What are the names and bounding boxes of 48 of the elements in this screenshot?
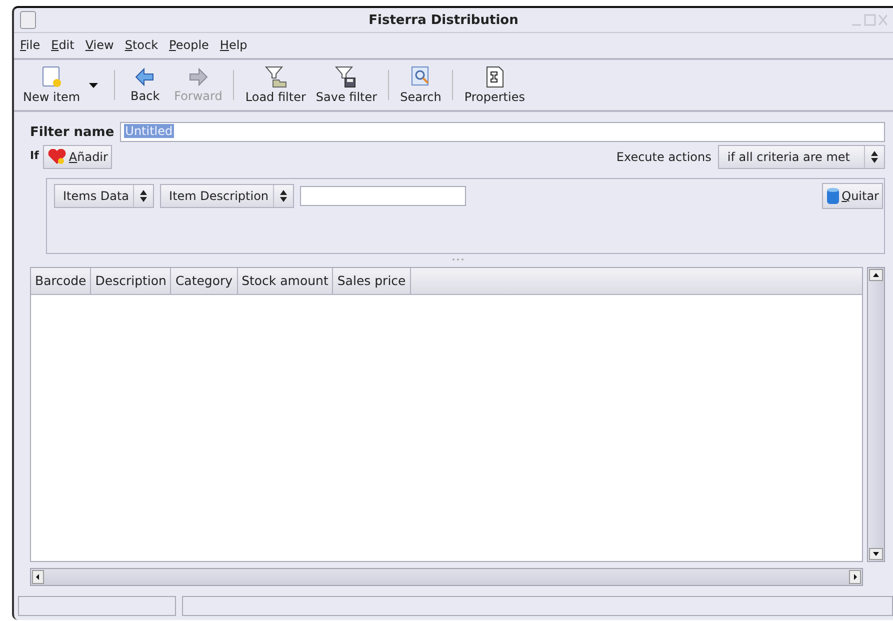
window-title: Fisterra Distribution [368,12,520,28]
selected-text: Untitled [124,124,174,138]
funnel-disk-icon [335,66,358,88]
dropdown-caret-icon[interactable] [89,82,98,88]
spinner-arrows-icon [871,151,878,163]
scroll-right-icon[interactable] [849,570,861,584]
bin-icon [826,187,840,205]
column-header[interactable]: Category [171,268,238,294]
field-combo-box[interactable]: Item Description [160,184,294,208]
execute-actions-label: Execute actions [616,150,712,164]
filter-name-label: Filter name [30,124,114,140]
forward-arrow-icon [188,67,208,87]
new-tool-button[interactable]: New item [18,64,86,106]
vertical-scrollbar[interactable] [867,267,885,562]
load-tool-button[interactable]: Load filter [240,64,311,106]
search-tool-button[interactable]: Search [395,64,446,106]
heart-icon [46,149,67,165]
source-combo-box[interactable]: Items Data [54,184,154,208]
scroll-up-icon[interactable] [869,269,883,281]
remove-button[interactable]: Quitar [822,183,883,209]
value-field[interactable] [300,186,466,206]
properties-tool-button[interactable]: Properties [459,64,530,106]
menu-item[interactable]: Edit [51,38,74,52]
search-icon [410,66,431,88]
if-label: If [30,149,39,162]
scroll-left-icon[interactable] [32,570,44,584]
funnel-folder-icon [264,66,287,88]
column-header[interactable]: Stock amount [238,268,334,294]
execute-combo-box[interactable]: if all criteria are met [718,145,885,169]
column-header[interactable]: Description [91,268,172,294]
window-icon [20,11,36,29]
scroll-down-icon[interactable] [869,548,883,560]
spinner-arrows-icon [140,190,148,202]
column-header[interactable]: Barcode [31,268,92,294]
menu-item[interactable]: People [169,38,209,52]
column-header[interactable]: Sales price [333,268,411,294]
add-button[interactable]: Añadir [42,145,112,169]
menu-item[interactable]: File [20,38,40,52]
back-arrow-icon [135,67,156,87]
spinner-arrows-icon [280,190,287,202]
horizontal-scrollbar[interactable] [30,568,863,586]
splitter-handle-icon[interactable] [452,258,464,261]
document-icon [42,66,62,88]
menu-item[interactable]: Stock [124,38,158,52]
menu-item[interactable]: View [85,38,114,52]
back-tool-button[interactable]: Back [121,65,170,105]
menu-item[interactable]: Help [220,38,248,52]
save-tool-button[interactable]: Save filter [310,64,382,106]
